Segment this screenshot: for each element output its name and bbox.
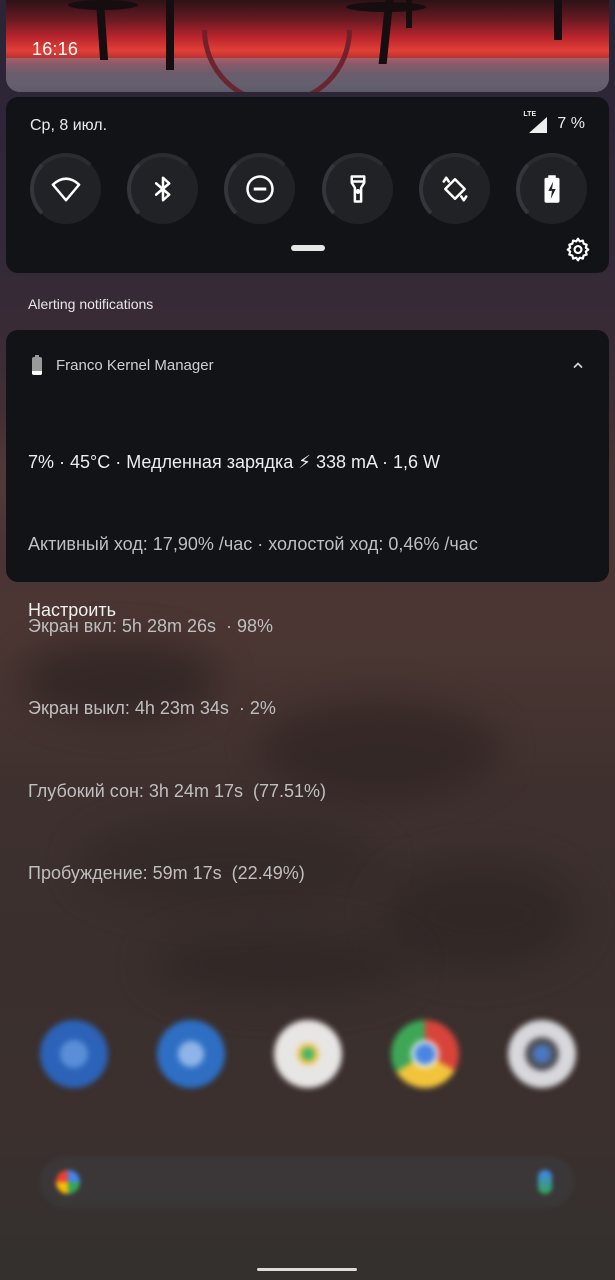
chevron-up-icon[interactable]	[571, 358, 585, 372]
bluetooth-icon	[155, 176, 171, 202]
settings-gear-icon[interactable]	[565, 236, 591, 262]
camera-icon	[508, 1020, 576, 1088]
tile-battery-saver[interactable]	[515, 153, 588, 225]
battery-charging-icon	[544, 175, 560, 203]
notification-body: 7% · 45°C · Медленная зарядка ⚡ 338 mA ·…	[28, 394, 478, 942]
quick-settings-tiles	[30, 153, 588, 225]
customize-button[interactable]: Настроить	[28, 600, 116, 621]
home-dock	[40, 1020, 576, 1088]
wallpaper-header	[6, 0, 609, 92]
notification-card[interactable]: Franco Kernel Manager 7% · 45°C · Медлен…	[6, 330, 609, 883]
wifi-icon	[51, 177, 81, 202]
play-store-icon	[274, 1020, 342, 1088]
notification-line: Активный ход: 17,90% /час · холостой ход…	[28, 534, 478, 555]
palm-frond	[346, 2, 426, 12]
swing-rope	[202, 30, 352, 92]
status-clock: 16:16	[32, 39, 79, 59]
auto-rotate-icon	[442, 176, 468, 202]
date-label[interactable]: Ср, 8 июл.	[30, 117, 107, 135]
tile-wifi[interactable]	[30, 153, 102, 225]
cellular-signal-icon: LTE	[523, 111, 548, 133]
chrome-icon	[391, 1020, 459, 1088]
notification-header: Franco Kernel Manager	[32, 355, 214, 375]
tile-flashlight[interactable]	[321, 153, 394, 225]
palm-trunk	[554, 0, 562, 40]
do-not-disturb-icon	[246, 175, 275, 203]
tile-bluetooth[interactable]	[127, 153, 200, 225]
tile-do-not-disturb[interactable]	[224, 153, 297, 225]
messages-icon	[157, 1020, 225, 1088]
palm-trunk	[406, 0, 412, 28]
notification-line: Глубокий сон: 3h 24m 17s (77.51%)	[28, 780, 327, 801]
google-search-bar	[40, 1156, 574, 1208]
quick-settings-drag-handle[interactable]	[291, 245, 325, 251]
battery-percent: 7 %	[557, 115, 585, 132]
section-header-alerting: Alerting notifications	[28, 296, 154, 312]
palm-frond	[68, 0, 138, 10]
tile-auto-rotate[interactable]	[418, 153, 491, 225]
flashlight-icon	[350, 175, 366, 203]
palm-trunk	[166, 0, 174, 70]
notification-line: Экран выкл: 4h 23m 34s · 2%	[28, 698, 276, 719]
navigation-gesture-bar[interactable]	[257, 1268, 357, 1271]
battery-low-icon	[32, 355, 42, 375]
notification-app-name: Franco Kernel Manager	[56, 356, 214, 374]
microphone-icon	[538, 1170, 552, 1194]
status-indicators: LTE 7 %	[523, 111, 585, 133]
google-logo-icon	[56, 1170, 80, 1194]
notification-line: Пробуждение: 59m 17s (22.49%)	[28, 862, 305, 883]
phone-icon	[40, 1020, 108, 1088]
quick-settings-panel: Ср, 8 июл. LTE 7 %	[6, 97, 609, 273]
notification-line: 7% · 45°C · Медленная зарядка ⚡ 338 mA ·…	[28, 451, 440, 472]
